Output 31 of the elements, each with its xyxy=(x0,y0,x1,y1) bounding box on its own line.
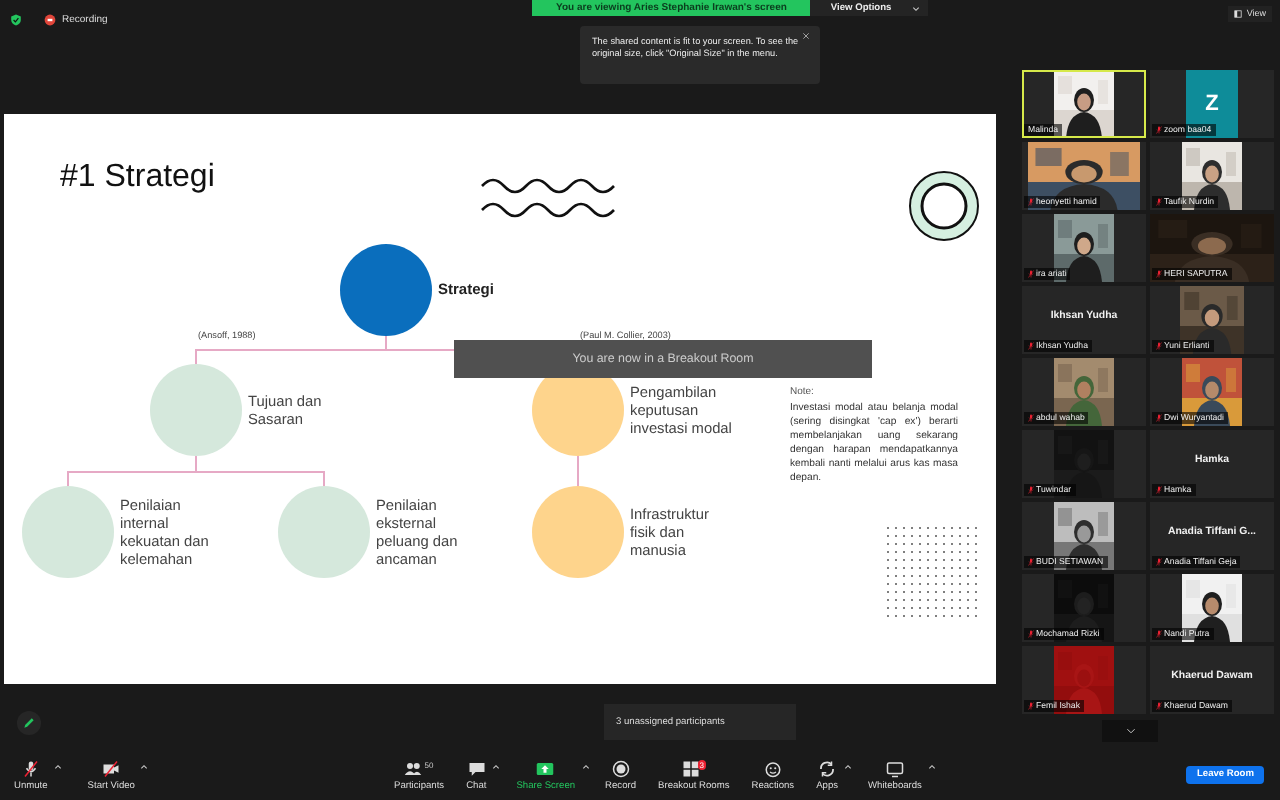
caret-icon[interactable] xyxy=(140,763,149,769)
grid-icon xyxy=(681,759,700,777)
caret-icon[interactable] xyxy=(844,763,853,769)
smiley-icon xyxy=(763,759,782,777)
muted-mic-icon xyxy=(21,759,40,777)
chevron-down-icon xyxy=(1125,728,1135,734)
caret-icon[interactable] xyxy=(581,763,590,769)
shield-icon[interactable] xyxy=(10,14,22,26)
ring-drawing xyxy=(909,171,979,241)
share-screen-icon xyxy=(536,759,555,777)
apps-icon xyxy=(818,759,837,777)
video-off-icon xyxy=(102,759,121,777)
caret-icon[interactable] xyxy=(927,763,936,769)
caret-icon[interactable] xyxy=(53,763,62,769)
close-icon[interactable] xyxy=(802,32,810,40)
chat-icon xyxy=(467,759,486,777)
node-circle xyxy=(22,486,114,578)
layout-icon xyxy=(1234,9,1243,17)
node-circle xyxy=(278,486,370,578)
people-icon xyxy=(404,759,423,777)
record-icon xyxy=(611,759,630,777)
caret-icon[interactable] xyxy=(492,763,501,769)
wave-drawing xyxy=(481,178,615,218)
node-circle xyxy=(532,486,624,578)
recording-icon xyxy=(44,14,56,26)
caret-icon xyxy=(911,5,920,11)
whiteboard-icon xyxy=(886,759,904,777)
pencil-icon[interactable] xyxy=(16,710,42,736)
connector-line xyxy=(577,455,579,487)
slide-title: #1 Strategi xyxy=(60,160,215,196)
node-circle xyxy=(340,244,432,336)
